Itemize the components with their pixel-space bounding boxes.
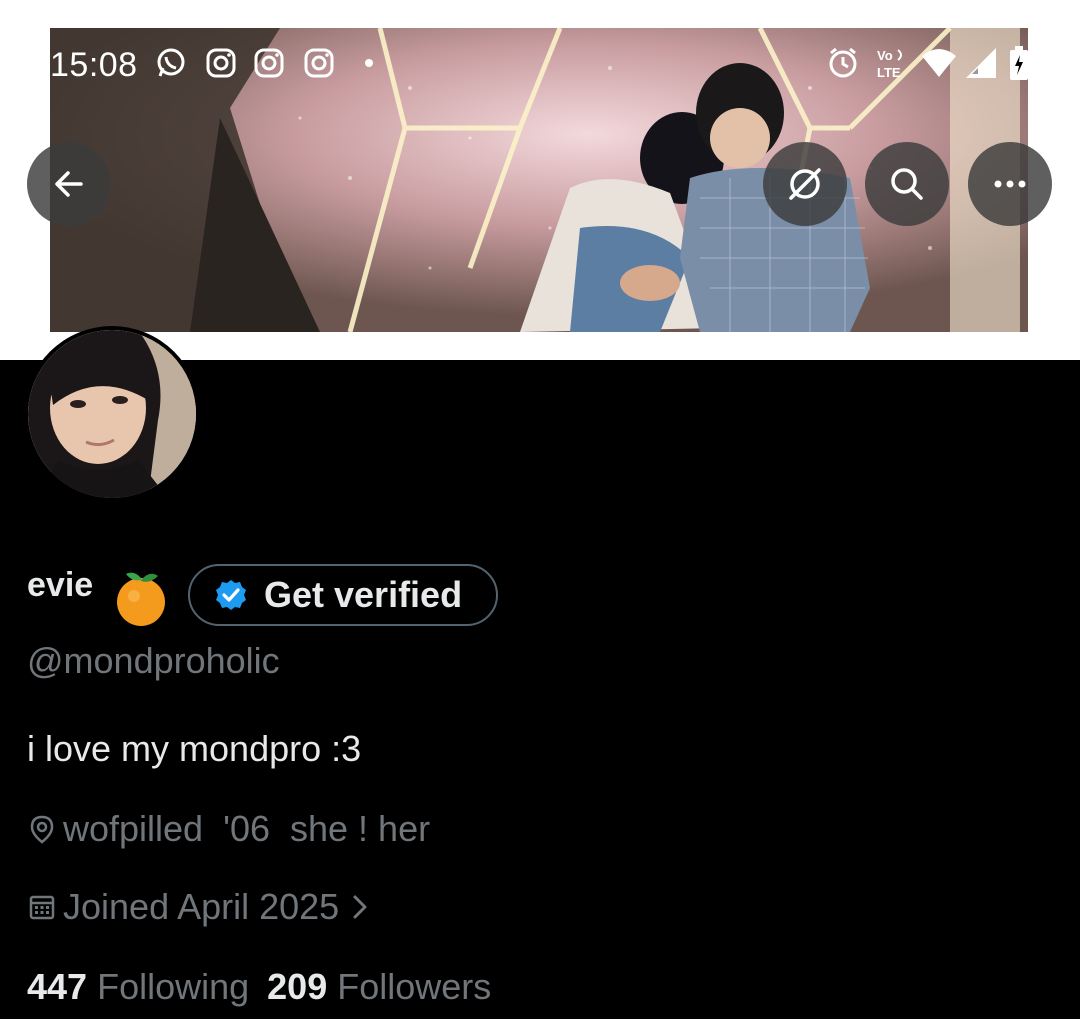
calendar-icon xyxy=(29,895,55,920)
get-verified-button[interactable]: Get verified xyxy=(188,564,498,626)
alarm-icon xyxy=(829,47,857,78)
search-button[interactable] xyxy=(865,142,949,226)
volte-icon: Vo LTE xyxy=(877,48,902,80)
joined-text: Joined April 2025 xyxy=(63,886,340,927)
whatsapp-icon xyxy=(157,48,185,77)
chevron-right-icon xyxy=(353,895,367,919)
mute-icon xyxy=(789,168,821,200)
location-text: wofpilled '06 she ! her xyxy=(63,808,431,849)
following-label: Following xyxy=(97,966,250,1007)
display-name: evie xyxy=(27,566,94,604)
location-pin-icon xyxy=(30,815,54,844)
avatar-image xyxy=(28,330,196,498)
search-icon xyxy=(891,168,923,200)
wifi-icon xyxy=(922,49,956,77)
follow-stats: 447 Following 209 Followers xyxy=(27,966,491,1008)
following-link[interactable]: 447 Following xyxy=(27,966,249,1008)
followers-count: 209 xyxy=(267,966,328,1007)
signal-icon xyxy=(966,48,996,78)
get-verified-label: Get verified xyxy=(264,574,463,615)
mute-button[interactable] xyxy=(763,142,847,226)
profile-bio: i love my mondpro :3 xyxy=(27,728,362,769)
verified-badge-icon xyxy=(216,580,246,610)
followers-link[interactable]: 209 Followers xyxy=(267,966,491,1008)
svg-text:Vo: Vo xyxy=(877,48,893,63)
instagram-icon xyxy=(254,48,284,78)
status-time: 15:08 xyxy=(50,46,138,84)
banner-area: 15:08 Vo LTE xyxy=(0,0,1080,360)
joined-row[interactable]: Joined April 2025 xyxy=(27,886,371,928)
username-handle: @mondproholic xyxy=(27,640,280,681)
location-row: wofpilled '06 she ! her xyxy=(27,808,430,850)
back-button[interactable] xyxy=(27,142,111,226)
back-arrow-icon xyxy=(55,171,83,197)
avatar[interactable] xyxy=(24,326,200,502)
more-button[interactable] xyxy=(968,142,1052,226)
instagram-icon xyxy=(206,48,236,78)
dot-icon xyxy=(365,59,373,67)
avatar-portrait xyxy=(28,330,196,498)
status-bar: 15:08 Vo LTE xyxy=(50,40,1028,90)
tangerine-emoji-icon xyxy=(117,572,165,626)
followers-label: Followers xyxy=(337,966,492,1007)
following-count: 447 xyxy=(27,966,88,1007)
instagram-icon xyxy=(304,48,334,78)
battery-icon xyxy=(1010,46,1028,80)
more-icon xyxy=(994,180,1026,188)
profile-page: 15:08 Vo LTE evie Get verified @mondproh… xyxy=(0,0,1080,1019)
svg-text:LTE: LTE xyxy=(877,65,901,80)
